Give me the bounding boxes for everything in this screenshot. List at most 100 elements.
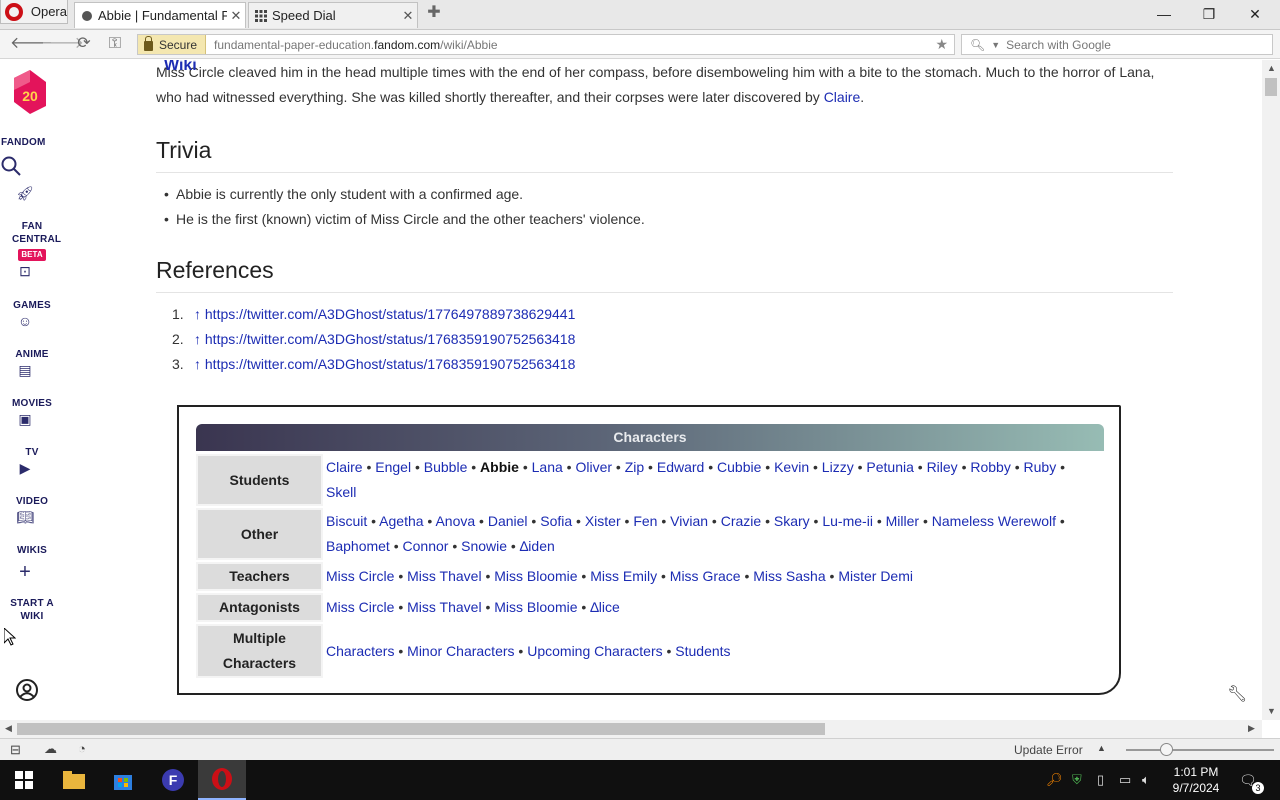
rail-anime-label[interactable]: ANIME [0,348,64,361]
navbox-link[interactable]: Miss Sasha [753,568,825,584]
reference-backlink-icon[interactable]: ↑ [194,331,201,347]
taskbar-clock[interactable]: 1:01 PM 9/7/2024 [1166,764,1226,796]
url-field[interactable]: Secure fundamental-paper-education.fando… [137,34,955,55]
navbox-link[interactable]: Engel [375,459,411,475]
rail-wikis-label[interactable]: WIKIS [0,544,64,557]
search-field[interactable]: 🔍︎ ▼ Search with Google [961,34,1273,55]
opera-menu-button[interactable]: Opera [0,0,68,24]
update-chevron-icon[interactable]: ▲ [1097,743,1106,753]
navbox-link[interactable]: Miss Thavel [407,568,481,584]
wiki-header-overlay[interactable]: Wiki [164,60,197,75]
wrench-tools-icon[interactable]: 🔧︎ [1227,684,1247,704]
new-tab-plus-icon[interactable]: ✚ [426,5,442,22]
reload-icon[interactable]: ⟳ [74,35,94,55]
navbox-link[interactable]: Cubbie [717,459,761,475]
restore-icon[interactable]: ❐ [1189,4,1229,24]
close-tab-icon[interactable]: ✕ [399,8,417,24]
navbox-link[interactable]: Nameless Werewolf [932,513,1056,529]
tv-play-icon[interactable]: ▶ [16,460,34,476]
search-engine-chevron-icon[interactable]: ▼ [991,40,1000,50]
bookmark-star-icon[interactable]: ★ [935,36,948,53]
navbox-link[interactable]: Edward [657,459,704,475]
rail-movies-label[interactable]: MOVIES [0,397,64,410]
navbox-link[interactable]: Sofia [540,513,572,529]
navbox-link[interactable]: Robby [970,459,1010,475]
back-arrow-icon[interactable]: 🡐 [10,35,53,55]
volume-muted-tray-icon[interactable]: 🔈︎ [1142,772,1150,788]
games-face-icon[interactable]: ☺︎ [16,313,34,329]
start-windows-icon[interactable] [0,760,48,800]
navbox-link[interactable]: Snowie [461,538,507,554]
tab-abbie[interactable]: Abbie | Fundamental P... ✕ [74,2,246,28]
navbox-link[interactable]: Miss Circle [326,568,394,584]
navbox-link[interactable]: Miss Circle [326,599,394,615]
scroll-right-arrow-icon[interactable]: ▶ [1248,723,1255,734]
rocket-icon[interactable]: 🚀︎ [16,185,34,201]
navbox-link[interactable]: Riley [927,459,958,475]
navbox-link[interactable]: Miss Bloomie [494,568,577,584]
anime-clapper-icon[interactable]: ▤ [16,362,34,378]
navbox-link[interactable]: Miss Emily [590,568,657,584]
navbox-link[interactable]: Lizzy [822,459,854,475]
navbox-link[interactable]: Biscuit [326,513,367,529]
navbox-link[interactable]: Vivian [670,513,708,529]
search-icon[interactable] [0,156,22,176]
update-error-label[interactable]: Update Error [1014,743,1083,757]
key-icon[interactable]: ⚿ [105,35,125,55]
navbox-link[interactable]: Connor [403,538,449,554]
rail-tv-label[interactable]: TV [0,446,64,459]
network-tray-icon[interactable]: ▭ [1119,772,1131,788]
navbox-link[interactable]: Xister [585,513,621,529]
navbox-link[interactable]: Agetha [379,513,423,529]
navbox-link[interactable]: ∆iden [520,538,555,554]
movies-screen-icon[interactable]: ▣ [16,411,34,427]
close-window-icon[interactable]: ✕ [1235,4,1275,24]
cloud-icon[interactable]: ☁︎ [44,741,57,757]
navbox-link[interactable]: Zip [625,459,644,475]
navbox-link[interactable]: Minor Characters [407,643,514,659]
vertical-scroll-thumb[interactable] [1265,78,1277,96]
controller-icon[interactable]: ⊡ [16,263,34,279]
tab-speed-dial[interactable]: Speed Dial ✕ [248,2,418,28]
navbox-link[interactable]: Lana [532,459,563,475]
secure-badge[interactable]: Secure [138,35,207,54]
horizontal-scrollbar[interactable]: ◀ ▶ [0,720,1262,738]
app-circle-icon[interactable]: F [149,760,197,800]
search-tray-icon[interactable]: 🔎︎ [1046,772,1063,788]
navbox-link[interactable]: Anova [435,513,475,529]
navbox-link[interactable]: Miss Bloomie [494,599,577,615]
user-avatar-icon[interactable] [15,678,39,702]
navbox-link[interactable]: Upcoming Characters [527,643,662,659]
reference-backlink-icon[interactable]: ↑ [194,356,201,372]
reference-link[interactable]: https://twitter.com/A3DGhost/status/1768… [205,331,575,347]
navbox-link[interactable]: Skell [326,484,356,500]
reference-link[interactable]: https://twitter.com/A3DGhost/status/1768… [205,356,575,372]
shield-tray-icon[interactable]: ⛨ [1072,772,1082,788]
scroll-up-arrow-icon[interactable]: ▲ [1267,63,1276,73]
speed-gauge-icon[interactable]: ◔ [78,741,86,756]
file-explorer-folder-icon[interactable] [50,760,98,800]
navbox-link[interactable]: Daniel [488,513,528,529]
rail-fandom-label[interactable]: FANDOM [0,136,64,149]
store-bag-icon[interactable] [99,760,147,800]
navbox-link[interactable]: Miss Thavel [407,599,481,615]
navbox-link[interactable]: ∆lice [590,599,620,615]
navbox-link[interactable]: Fen [633,513,657,529]
rail-fan-central-label[interactable]: FAN CENTRAL [0,220,64,246]
scroll-down-arrow-icon[interactable]: ▼ [1267,706,1276,716]
navbox-link[interactable]: Mister Demi [838,568,913,584]
add-plus-icon[interactable]: + [16,562,34,582]
battery-tray-icon[interactable]: ▯ [1097,772,1104,788]
vertical-scrollbar[interactable]: ▲ ▼ [1262,60,1280,720]
zoom-slider-knob[interactable] [1160,743,1173,756]
video-book-icon[interactable]: 📖︎ [16,509,34,525]
rail-games-label[interactable]: GAMES [0,299,64,312]
zoom-slider-track[interactable] [1126,749,1274,751]
navbox-link[interactable]: Characters [326,643,394,659]
scroll-left-arrow-icon[interactable]: ◀ [5,723,12,734]
navbox-link[interactable]: Baphomet [326,538,390,554]
navbox-link[interactable]: Miller [886,513,919,529]
navbox-link[interactable]: Lu-me-ii [822,513,873,529]
navbox-link[interactable]: Bubble [424,459,468,475]
reference-link[interactable]: https://twitter.com/A3DGhost/status/1776… [205,306,575,322]
